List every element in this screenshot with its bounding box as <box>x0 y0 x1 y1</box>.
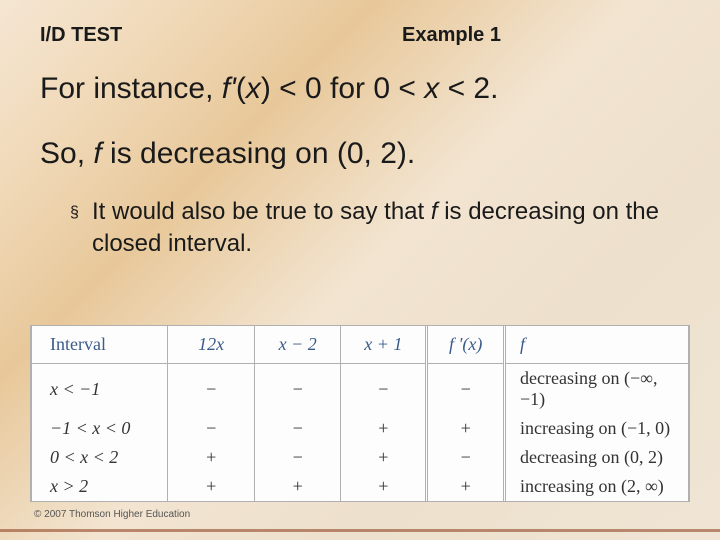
cell-12x: + <box>168 443 255 472</box>
table-header-row: Interval 12x x − 2 x + 1 f '(x) f <box>32 326 689 364</box>
bullet-text: It would also be true to say that f is d… <box>92 196 660 261</box>
cell-f-prime: − <box>427 443 505 472</box>
cell-12x: + <box>168 472 255 501</box>
math-x: x <box>424 72 439 105</box>
col-x-minus-2: x − 2 <box>279 334 317 354</box>
table-row: 0 < x < 2 + − + − decreasing on (0, 2) <box>32 443 689 472</box>
cell-x-plus-1: + <box>341 414 427 443</box>
cell-interval: x < −1 <box>32 364 168 415</box>
math-x: x <box>246 72 261 105</box>
bullet-item: § It would also be true to say that f is… <box>0 196 720 261</box>
math-f: f <box>93 137 101 170</box>
body-line-1: For instance, f'(x) < 0 for 0 < x < 2. <box>0 59 720 128</box>
col-f-prime-x: f '(x) <box>449 334 482 354</box>
sign-table: Interval 12x x − 2 x + 1 f '(x) f x < −1… <box>30 325 690 502</box>
cell-interval: 0 < x < 2 <box>32 443 168 472</box>
text: So, <box>40 137 93 170</box>
col-12x: 12x <box>198 334 224 354</box>
col-x-plus-1: x + 1 <box>364 334 402 354</box>
cell-x-minus-2: − <box>255 443 341 472</box>
text: < 2. <box>439 72 498 105</box>
cell-f-prime: − <box>427 364 505 415</box>
math-f: f <box>431 198 438 225</box>
cell-interval: x > 2 <box>32 472 168 501</box>
cell-x-plus-1: + <box>341 443 427 472</box>
text: For instance, <box>40 72 222 105</box>
cell-f: decreasing on (0, 2) <box>505 443 689 472</box>
cell-12x: − <box>168 414 255 443</box>
cell-12x: − <box>168 364 255 415</box>
cell-f: decreasing on (−∞, −1) <box>505 364 689 415</box>
cell-interval: −1 < x < 0 <box>32 414 168 443</box>
cell-x-minus-2: − <box>255 414 341 443</box>
cell-x-plus-1: − <box>341 364 427 415</box>
col-interval: Interval <box>32 326 168 364</box>
header-right: Example 1 <box>392 24 680 47</box>
cell-x-plus-1: + <box>341 472 427 501</box>
text: ( <box>236 72 246 105</box>
cell-f: increasing on (2, ∞) <box>505 472 689 501</box>
sign-table-inner: Interval 12x x − 2 x + 1 f '(x) f x < −1… <box>31 326 689 501</box>
cell-x-minus-2: + <box>255 472 341 501</box>
text: is decreasing on (0, 2). <box>102 137 416 170</box>
slide-header: I/D TEST Example 1 <box>0 0 720 59</box>
text: It would also be true to say that <box>92 198 431 225</box>
col-f: f <box>520 334 525 354</box>
cell-f-prime: + <box>427 414 505 443</box>
cell-x-minus-2: − <box>255 364 341 415</box>
table-row: −1 < x < 0 − − + + increasing on (−1, 0) <box>32 414 689 443</box>
cell-f: increasing on (−1, 0) <box>505 414 689 443</box>
copyright-text: © 2007 Thomson Higher Education <box>34 509 190 520</box>
math-f-prime: f' <box>222 72 236 105</box>
text: ) < 0 for 0 < <box>261 72 424 105</box>
bullet-marker: § <box>70 196 92 261</box>
table-row: x < −1 − − − − decreasing on (−∞, −1) <box>32 364 689 415</box>
table-row: x > 2 + + + + increasing on (2, ∞) <box>32 472 689 501</box>
cell-f-prime: + <box>427 472 505 501</box>
body-line-2: So, f is decreasing on (0, 2). <box>0 128 720 197</box>
header-left: I/D TEST <box>40 24 392 47</box>
footer-rule <box>0 529 720 532</box>
